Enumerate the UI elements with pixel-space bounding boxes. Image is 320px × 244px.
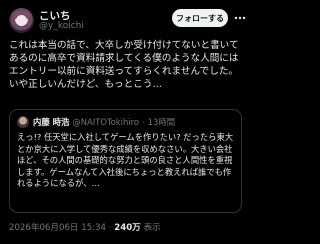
tweet-meta: 2026年06月06日 15:34 · 240万 表示	[9, 221, 161, 233]
view-label: 表示	[143, 223, 161, 233]
tweet-timestamp[interactable]: 2026年06月06日 15:34	[9, 223, 106, 233]
quoted-tweet-text: えっ!? 任天堂に入社してゲームを作りたい? だったら東大とか京大に入学して優秀…	[17, 132, 234, 189]
quoted-separator: ·	[141, 117, 145, 127]
quoted-tweet-card[interactable]: 内藤 時浩 @NAITOTokihiro · 13時間 えっ!? 任天堂に入社し…	[9, 109, 242, 213]
avatar-face	[16, 15, 27, 26]
quoted-author-avatar	[17, 116, 29, 128]
quoted-tweet-header: 内藤 時浩 @NAITOTokihiro · 13時間	[33, 116, 175, 128]
meta-separator: ·	[108, 223, 112, 233]
more-options-icon[interactable]	[234, 12, 246, 24]
tweet-text: これは本当の話で、大卒しか受け付けてないと書いてあるのに高卒で資料請求してくる僕…	[9, 40, 239, 90]
author-avatar[interactable]	[9, 8, 34, 33]
view-count: 240万	[114, 223, 141, 233]
follow-button[interactable]: フォローする	[172, 9, 228, 27]
quoted-author-name: 内藤 時浩	[33, 117, 70, 127]
author-handle[interactable]: @y_koichi	[39, 21, 84, 31]
quoted-tweet-time: 13時間	[147, 117, 176, 127]
quoted-author-handle: @NAITOTokihiro	[72, 117, 139, 127]
